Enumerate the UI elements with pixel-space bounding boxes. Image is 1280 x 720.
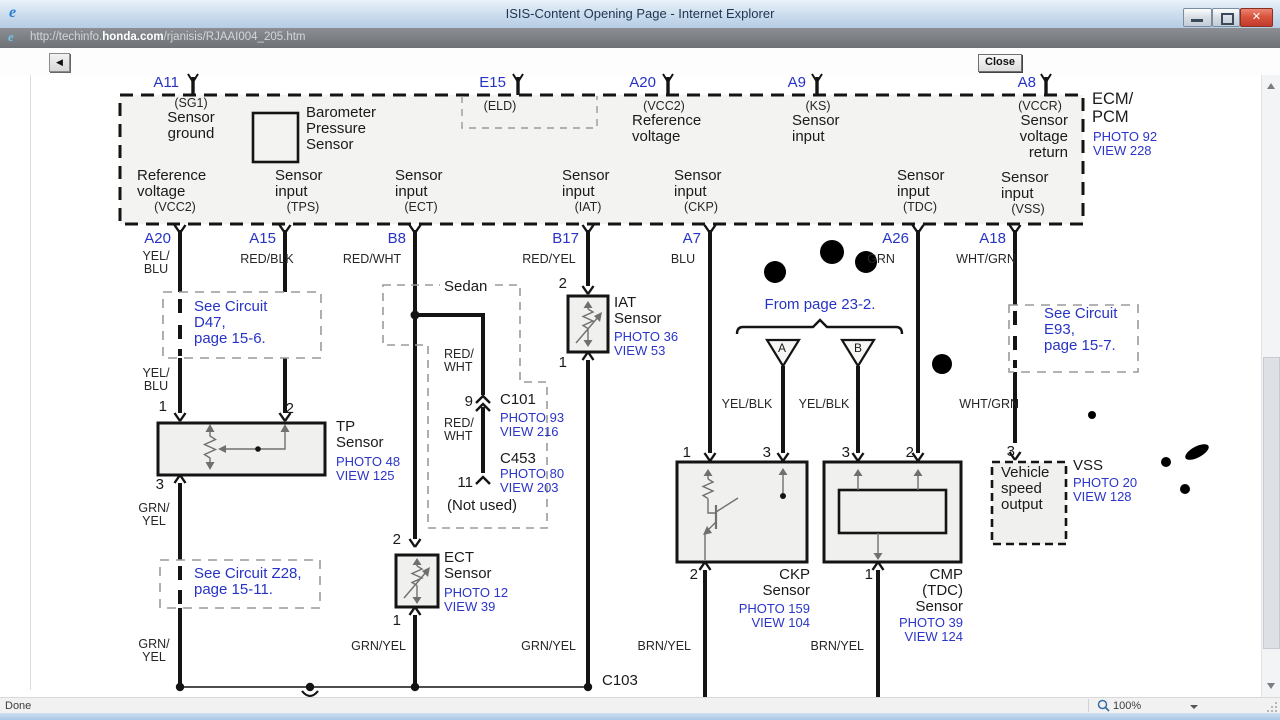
- status-text: Done: [5, 700, 32, 712]
- window-title: ISIS-Content Opening Page - Internet Exp…: [505, 6, 775, 21]
- close-window-button[interactable]: ✕: [1240, 8, 1273, 27]
- scroll-down-arrow-icon[interactable]: [1262, 677, 1280, 695]
- status-bar: Done 100%: [0, 697, 1280, 714]
- title-bar: e ISIS-Content Opening Page - Internet E…: [0, 0, 1280, 29]
- url-path: /rjanisis/RJAAI004_205.htm: [163, 31, 306, 43]
- back-button[interactable]: ◀: [49, 53, 70, 72]
- maximize-button[interactable]: [1212, 8, 1240, 27]
- zoom-magnifier-icon: [1097, 699, 1110, 712]
- browser-window: e ISIS-Content Opening Page - Internet E…: [0, 0, 1280, 720]
- scroll-up-arrow-icon[interactable]: [1262, 77, 1280, 95]
- zoom-dropdown-caret-icon[interactable]: [1190, 705, 1198, 709]
- url-field[interactable]: http://techinfo.honda.com/rjanisis/RJAAI…: [30, 31, 306, 43]
- url-prefix: http://techinfo.: [30, 31, 103, 43]
- window-bottom-border: [0, 713, 1280, 720]
- url-domain: honda.com: [102, 31, 164, 43]
- ie-favicon: e: [8, 29, 14, 44]
- minimize-icon: [1191, 19, 1203, 22]
- vertical-scrollbar[interactable]: [1261, 75, 1280, 697]
- scrollbar-thumb[interactable]: [1263, 357, 1280, 649]
- close-page-button[interactable]: Close: [978, 54, 1022, 72]
- page-toolbar: ◀ Close: [0, 48, 1280, 76]
- close-icon: ✕: [1251, 11, 1262, 23]
- diagram-viewport: [0, 75, 1280, 697]
- frame-divider: [30, 75, 31, 690]
- address-bar: e http://techinfo.honda.com/rjanisis/RJA…: [0, 28, 1280, 49]
- status-separator: [1088, 699, 1089, 712]
- minimize-button[interactable]: [1183, 8, 1212, 27]
- resize-grip[interactable]: [1267, 702, 1277, 712]
- maximize-icon: [1221, 13, 1234, 25]
- zoom-level[interactable]: 100%: [1113, 700, 1141, 712]
